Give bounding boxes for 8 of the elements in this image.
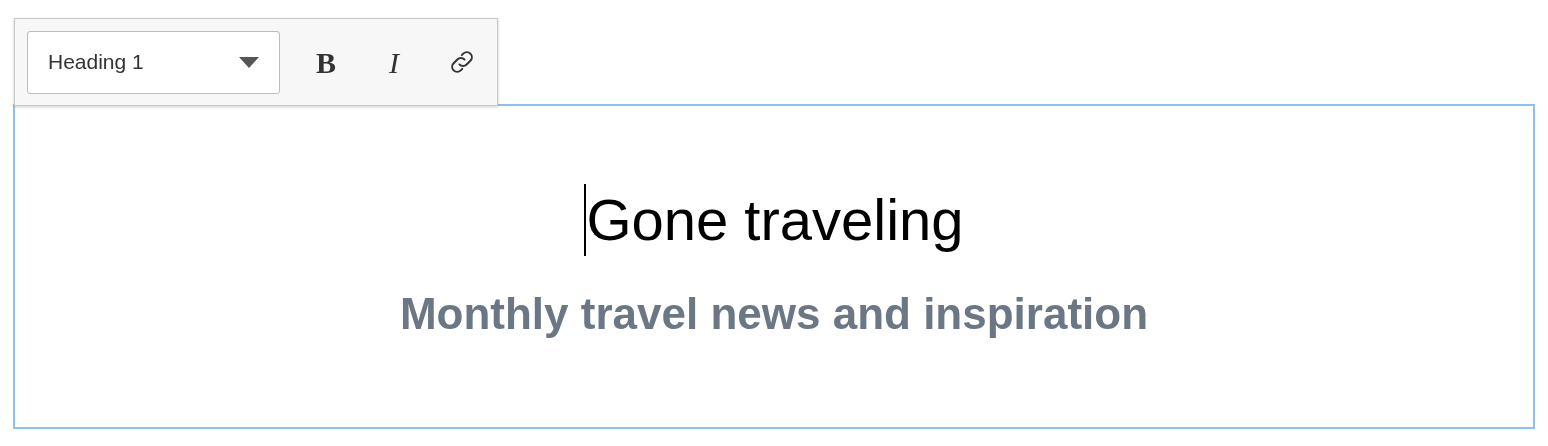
block-format-dropdown[interactable]: Heading 1 [27, 30, 280, 94]
bold-button[interactable]: B [292, 31, 360, 93]
heading: Gone traveling [586, 186, 964, 254]
subheading: Monthly travel news and inspiration [399, 288, 1149, 340]
caret-icon [239, 56, 259, 68]
text-cursor [584, 184, 587, 256]
editor-area[interactable]: Gone traveling Monthly travel news and inspiration [13, 104, 1535, 429]
italic-button[interactable]: I [360, 31, 428, 93]
